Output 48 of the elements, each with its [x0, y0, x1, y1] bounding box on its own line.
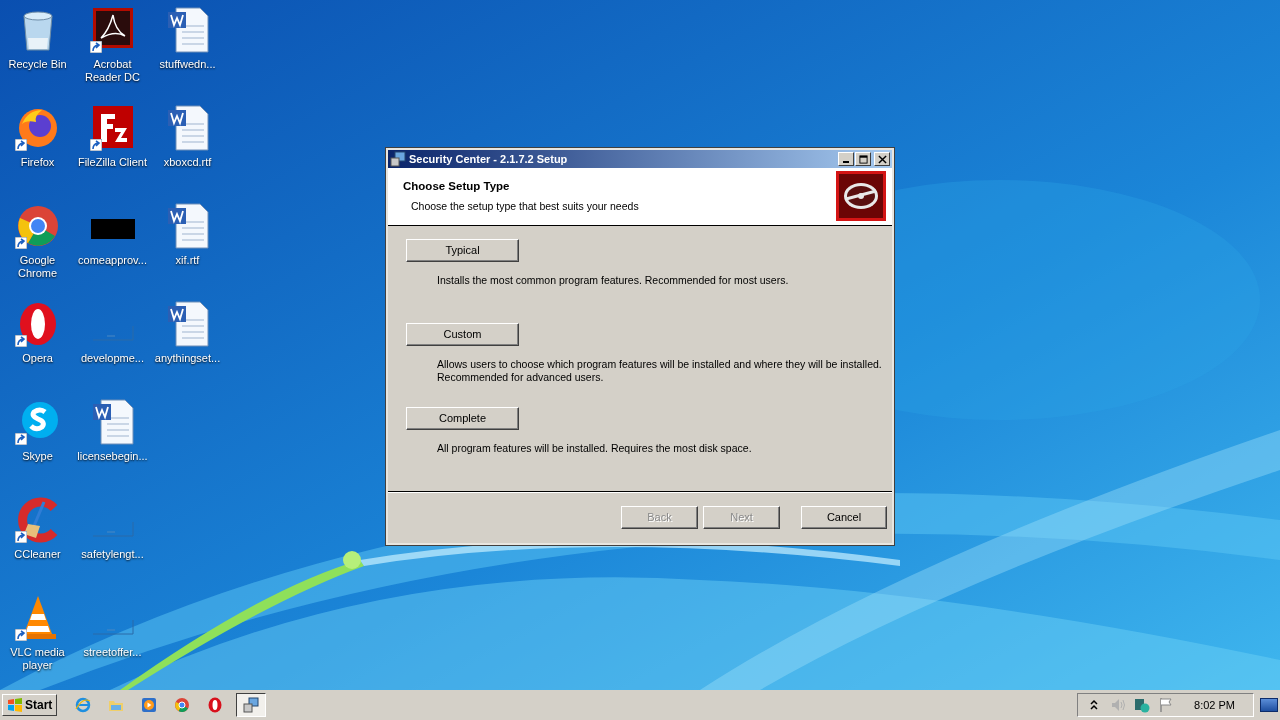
- close-button[interactable]: [874, 152, 890, 166]
- desktop-icon-label: stuffwedn...: [158, 58, 217, 71]
- page-heading: Choose Setup Type: [403, 180, 511, 193]
- network-icon[interactable]: [1134, 697, 1151, 713]
- desktop-icon-label: Google Chrome: [16, 254, 59, 280]
- window-title: Security Center - 2.1.7.2 Setup: [409, 153, 569, 165]
- desktop-icon-label: CCleaner: [13, 548, 62, 561]
- close-icon: [877, 154, 887, 164]
- taskbar-button[interactable]: [236, 693, 267, 717]
- taskbar-app-icon: [207, 697, 224, 713]
- taskbar-app-icon: [243, 697, 260, 713]
- minimize-icon: [843, 161, 849, 163]
- desktop-icon-label: licensebegin...: [76, 450, 149, 463]
- desktop-icon-label: Skype: [21, 450, 54, 463]
- desktop-icon-label: Recycle Bin: [7, 58, 68, 71]
- wizard-button[interactable]: Cancel: [801, 505, 887, 529]
- setup-type-description: Allows users to choose which program features will be installed and where they will be installed. Recommended for advanced users.: [437, 357, 883, 384]
- setup-type-button[interactable]: Typical: [406, 238, 519, 262]
- desktop-icon-label: xboxcd.rtf: [162, 156, 213, 169]
- desktop-icon-label: VLC media player: [9, 646, 66, 672]
- desktop-icon-label: anythingset...: [153, 352, 222, 365]
- setup-type-button[interactable]: Custom: [406, 322, 519, 346]
- maximize-icon: [858, 154, 868, 164]
- setup-type-button[interactable]: Complete: [406, 406, 519, 430]
- start-button[interactable]: Start: [2, 694, 58, 716]
- desktop-icon-label: Acrobat Reader DC: [84, 58, 141, 84]
- disc-logo-icon: [836, 171, 886, 222]
- page-subheading: Choose the setup type that best suits your needs: [410, 200, 639, 213]
- desktop-icon-label: Firefox: [19, 156, 56, 169]
- desktop-icon-label: developme...: [80, 352, 145, 365]
- show-desktop-button[interactable]: [1260, 698, 1278, 712]
- desktop-icon-label: Opera: [21, 352, 54, 365]
- installer-icon: [390, 151, 406, 167]
- desktop-icon-label: comeapprov...: [77, 254, 148, 267]
- windows-logo-icon: [7, 697, 23, 713]
- desktop-icon-label: safetylengt...: [80, 548, 145, 561]
- setup-type-description: Installs the most common program features. Recommended for most users.: [437, 273, 790, 287]
- maximize-button[interactable]: [855, 152, 871, 166]
- taskbar-app-icon: [141, 697, 158, 713]
- setup-type-description: All program features will be installed. Requires the most disk space.: [437, 441, 753, 455]
- flag-icon[interactable]: [1158, 697, 1175, 713]
- taskbar-app-icon: [75, 697, 92, 713]
- clock: 8:02 PM: [1194, 699, 1235, 711]
- desktop-icon-label: xif.rtf: [174, 254, 201, 267]
- desktop-icon-label: streetoffer...: [82, 646, 143, 659]
- minimize-button[interactable]: [838, 152, 854, 166]
- taskbar-app-icon: [174, 697, 191, 713]
- desktop-icon-label: FileZilla Client: [76, 156, 149, 169]
